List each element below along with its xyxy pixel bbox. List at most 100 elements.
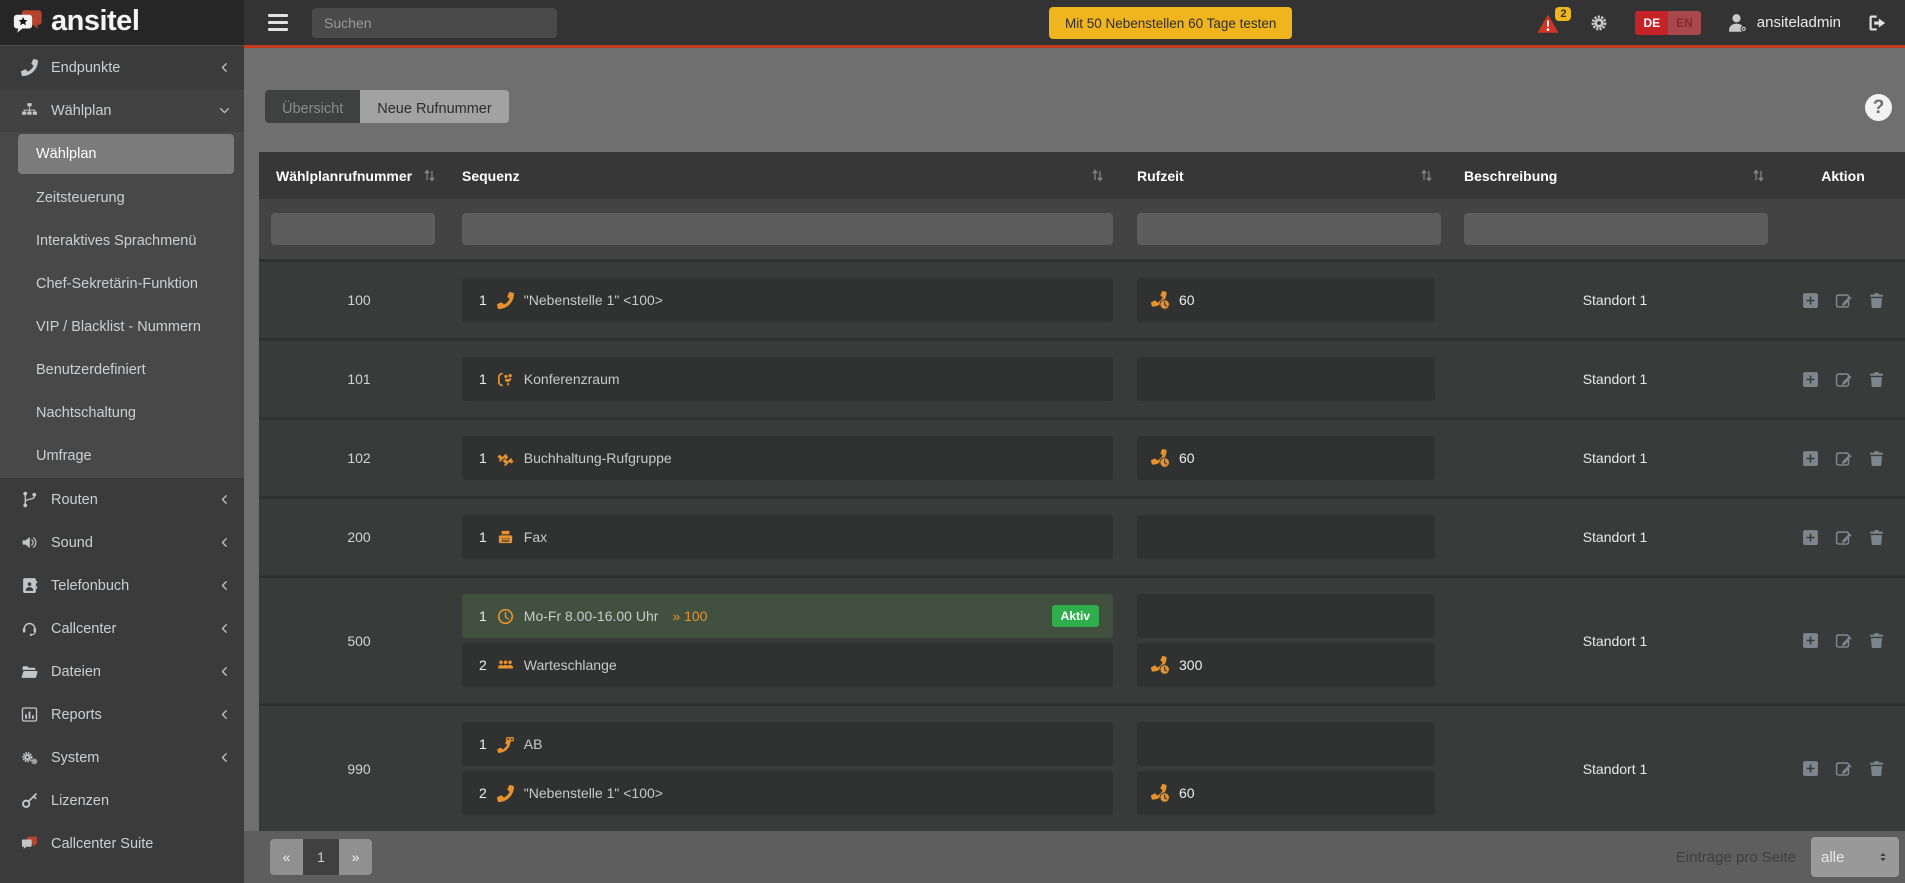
ringtime-value: 300 bbox=[1179, 657, 1203, 674]
tab-neue-rufnummer[interactable]: Neue Rufnummer bbox=[360, 90, 509, 124]
table-row: 101 1 Konferenzraum Standort 1 bbox=[259, 338, 1905, 418]
table-row: 102 1 Buchhaltung-Rufgruppe 60 Standort … bbox=[259, 417, 1905, 497]
submenu-item-chef-sekretaerin[interactable]: Chef-Sekretärin-Funktion bbox=[0, 262, 244, 305]
key-icon bbox=[21, 792, 38, 809]
sidebar-item-label: Sound bbox=[51, 534, 93, 551]
sequence-text: Warteschlange bbox=[523, 657, 617, 674]
trash-icon[interactable] bbox=[1868, 632, 1885, 649]
filter-ringtime-input[interactable] bbox=[1137, 213, 1441, 246]
dialplan-number: 200 bbox=[347, 529, 371, 546]
sequence-item[interactable]: 1 AB bbox=[462, 722, 1113, 767]
plus-square-icon[interactable] bbox=[1802, 292, 1819, 309]
sequence-item[interactable]: 1 Buchhaltung-Rufgruppe bbox=[462, 436, 1113, 481]
sequence-item[interactable]: 1 Fax bbox=[462, 515, 1113, 560]
filter-description-input[interactable] bbox=[1464, 213, 1768, 246]
sequence-item[interactable]: 1 Konferenzraum bbox=[462, 357, 1113, 402]
edit-icon[interactable] bbox=[1835, 529, 1852, 546]
submenu-item-sprachmenu[interactable]: Interaktives Sprachmenü bbox=[0, 219, 244, 262]
sidebar-item-label: Endpunkte bbox=[51, 59, 121, 76]
sidebar-item-sound[interactable]: Sound bbox=[0, 521, 244, 564]
logo[interactable]: ansitel bbox=[0, 0, 244, 45]
sidebar-item-reports[interactable]: Reports bbox=[0, 693, 244, 736]
sidebar-item-waehlplan[interactable]: Wählplan bbox=[0, 89, 244, 132]
trash-icon[interactable] bbox=[1868, 292, 1885, 309]
trash-icon[interactable] bbox=[1868, 529, 1885, 546]
edit-icon[interactable] bbox=[1835, 450, 1852, 467]
plus-square-icon[interactable] bbox=[1802, 450, 1819, 467]
ringtime-box bbox=[1137, 594, 1435, 639]
settings-button[interactable] bbox=[1589, 13, 1609, 33]
chevron-left-icon bbox=[219, 623, 230, 634]
submenu-item-zeitsteuerung[interactable]: Zeitsteuerung bbox=[0, 176, 244, 219]
sort-arrows-icon[interactable] bbox=[1090, 168, 1105, 183]
phone-clock-icon bbox=[1151, 291, 1170, 310]
dialplan-number: 102 bbox=[347, 450, 371, 467]
sequence-item-active[interactable]: 1 Mo-Fr 8.00-16.00 Uhr » 100 Aktiv bbox=[462, 594, 1113, 639]
submenu-item-waehlplan[interactable]: Wählplan bbox=[18, 134, 234, 174]
submenu-item-umfrage[interactable]: Umfrage bbox=[0, 434, 244, 477]
sequence-step: 1 bbox=[479, 292, 487, 309]
warning-indicator[interactable]: 2 bbox=[1537, 6, 1572, 35]
sidebar-item-system[interactable]: System bbox=[0, 736, 244, 779]
dialplan-number: 101 bbox=[347, 371, 371, 388]
sort-arrows-icon[interactable] bbox=[1419, 168, 1434, 183]
sequence-text: Mo-Fr 8.00-16.00 Uhr bbox=[523, 608, 659, 625]
chevron-left-icon bbox=[219, 709, 230, 720]
edit-icon[interactable] bbox=[1835, 632, 1852, 649]
sidebar-item-telefonbuch[interactable]: Telefonbuch bbox=[0, 564, 244, 607]
sidebar-item-label: Lizenzen bbox=[51, 792, 110, 809]
pagination-page-1[interactable]: 1 bbox=[303, 839, 339, 876]
sidebar-item-routen[interactable]: Routen bbox=[0, 478, 244, 521]
sequence-item[interactable]: 2 "Nebenstelle 1" <100> bbox=[462, 771, 1113, 816]
pagination-next-button[interactable]: » bbox=[339, 839, 372, 876]
sidebar-item-dateien[interactable]: Dateien bbox=[0, 650, 244, 693]
sidebar-item-endpunkte[interactable]: Endpunkte bbox=[0, 46, 244, 89]
logout-button[interactable] bbox=[1867, 13, 1887, 33]
edit-icon[interactable] bbox=[1835, 292, 1852, 309]
plus-square-icon[interactable] bbox=[1802, 632, 1819, 649]
trash-icon[interactable] bbox=[1868, 450, 1885, 467]
sequence-item[interactable]: 2 Warteschlange bbox=[462, 643, 1113, 688]
filter-sequence-input[interactable] bbox=[462, 213, 1113, 246]
header-aktion: Aktion bbox=[1821, 167, 1865, 184]
submenu-item-benutzerdefiniert[interactable]: Benutzerdefiniert bbox=[0, 348, 244, 391]
sequence-target: » 100 bbox=[672, 608, 708, 625]
sitemap-icon bbox=[21, 102, 38, 119]
sequence-step: 1 bbox=[479, 608, 487, 625]
pagination-prev-button[interactable]: « bbox=[270, 839, 303, 876]
ringtime-box: 60 bbox=[1137, 278, 1435, 323]
edit-icon[interactable] bbox=[1835, 371, 1852, 388]
submenu-item-vip-blacklist[interactable]: VIP / Blacklist - Nummern bbox=[0, 305, 244, 348]
logout-icon bbox=[1867, 13, 1887, 33]
trash-icon[interactable] bbox=[1868, 371, 1885, 388]
sidebar-item-lizenzen[interactable]: Lizenzen bbox=[0, 779, 244, 822]
sidebar-item-callcenter[interactable]: Callcenter bbox=[0, 607, 244, 650]
help-button[interactable]: ? bbox=[1865, 94, 1892, 121]
plus-square-icon[interactable] bbox=[1802, 371, 1819, 388]
filter-number-input[interactable] bbox=[271, 213, 435, 246]
sort-arrows-icon[interactable] bbox=[1751, 168, 1766, 183]
per-page-select[interactable]: alle bbox=[1811, 837, 1899, 878]
sidebar-item-callcenter-suite[interactable]: Callcenter Suite bbox=[0, 822, 244, 865]
trash-icon[interactable] bbox=[1868, 760, 1885, 777]
search-input[interactable] bbox=[312, 7, 557, 38]
conference-icon bbox=[497, 371, 514, 388]
submenu-item-nachtschaltung[interactable]: Nachtschaltung bbox=[0, 391, 244, 434]
hamburger-menu-icon[interactable] bbox=[268, 14, 288, 31]
user-menu[interactable]: ansiteladmin bbox=[1727, 12, 1841, 33]
plus-square-icon[interactable] bbox=[1802, 529, 1819, 546]
sequence-item[interactable]: 1 "Nebenstelle 1" <100> bbox=[462, 278, 1113, 323]
edit-icon[interactable] bbox=[1835, 760, 1852, 777]
header-sequenz: Sequenz bbox=[462, 167, 520, 184]
lang-de-button[interactable]: DE bbox=[1635, 10, 1669, 35]
phone-clock-icon bbox=[1151, 656, 1170, 675]
view-tabs: Übersicht Neue Rufnummer bbox=[265, 90, 509, 124]
lang-en-button[interactable]: EN bbox=[1668, 10, 1701, 35]
tab-uebersicht[interactable]: Übersicht bbox=[265, 90, 361, 124]
trial-button[interactable]: Mit 50 Nebenstellen 60 Tage testen bbox=[1049, 7, 1293, 39]
sequence-step: 2 bbox=[479, 785, 487, 802]
plus-square-icon[interactable] bbox=[1802, 760, 1819, 777]
sort-arrows-icon[interactable] bbox=[422, 168, 437, 183]
table-row: 990 1 AB 2 "Nebenstelle 1" <100> 60 Stan… bbox=[259, 703, 1905, 832]
sequence-text: Buchhaltung-Rufgruppe bbox=[523, 450, 672, 467]
